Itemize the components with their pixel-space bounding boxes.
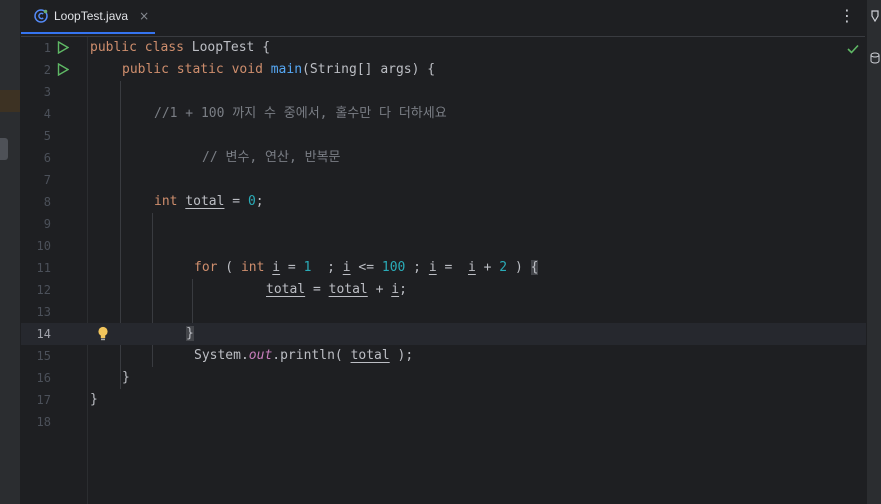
lightbulb-icon[interactable] <box>97 326 109 341</box>
line-number: 14 <box>36 327 51 341</box>
line-number: 17 <box>36 393 51 407</box>
editor-tab-bar: LoopTest.java × ⋮ <box>21 0 865 37</box>
code-text: } <box>90 392 98 407</box>
left-tool-strip <box>0 0 21 504</box>
line-number: 9 <box>43 217 51 231</box>
tool-window-marker[interactable] <box>0 90 20 112</box>
code-line-13[interactable]: 13 <box>21 301 866 323</box>
line-number: 8 <box>43 195 51 209</box>
code-line-10[interactable]: 10 <box>21 235 866 257</box>
line-number: 1 <box>43 41 51 55</box>
tab-looptest-java[interactable]: LoopTest.java × <box>21 0 155 34</box>
run-icon[interactable] <box>57 63 69 76</box>
database-icon[interactable] <box>870 52 880 64</box>
line-number: 3 <box>43 85 51 99</box>
code-editor[interactable]: 1 public class LoopTest { 2 public stati… <box>21 37 866 504</box>
code-line-7[interactable]: 7 <box>21 169 866 191</box>
more-options-icon[interactable]: ⋮ <box>839 6 855 25</box>
comment-text: // 변수, 연산, 반복문 <box>202 150 341 165</box>
line-number: 2 <box>43 63 51 77</box>
line-number: 11 <box>36 261 51 275</box>
line-number: 6 <box>43 151 51 165</box>
line-number: 12 <box>36 283 51 297</box>
code-text: public class LoopTest { <box>90 40 271 55</box>
run-icon[interactable] <box>57 41 69 54</box>
code-text: public static void main(String[] args) { <box>122 62 436 77</box>
line-number: 5 <box>43 129 51 143</box>
code-text: for ( int i = 1 ; i <= 100 ; i = i + 2 )… <box>194 260 539 275</box>
notifications-icon[interactable] <box>871 10 879 22</box>
line-number: 15 <box>36 349 51 363</box>
line-number: 16 <box>36 371 51 385</box>
code-text: } <box>122 370 130 385</box>
code-line-11[interactable]: 11 for ( int i = 1 ; i <= 100 ; i = i + … <box>21 257 866 279</box>
tool-window-handle[interactable] <box>0 138 8 160</box>
code-line-17[interactable]: 17 } <box>21 389 866 411</box>
java-class-icon <box>34 9 48 23</box>
code-line-5[interactable]: 5 <box>21 125 866 147</box>
no-problems-check-icon[interactable] <box>847 44 859 54</box>
close-icon[interactable]: × <box>139 9 149 23</box>
code-line-6[interactable]: 6 // 변수, 연산, 반복문 <box>21 147 866 169</box>
code-line-18[interactable]: 18 <box>21 411 866 433</box>
code-line-1[interactable]: 1 public class LoopTest { <box>21 37 866 59</box>
code-line-2[interactable]: 2 public static void main(String[] args)… <box>21 59 866 81</box>
line-number: 7 <box>43 173 51 187</box>
code-line-14-current[interactable]: 14 } <box>21 323 866 345</box>
code-text: } <box>186 326 194 341</box>
code-text: System.out.println( total ); <box>194 348 414 363</box>
line-number: 13 <box>36 305 51 319</box>
code-text: total = total + i; <box>266 282 407 297</box>
code-line-12[interactable]: 12 total = total + i; <box>21 279 866 301</box>
code-line-4[interactable]: 4 //1 + 100 까지 수 중에서, 홀수만 다 더하세요 <box>21 103 866 125</box>
line-number: 10 <box>36 239 51 253</box>
line-number: 4 <box>43 107 51 121</box>
line-number: 18 <box>36 415 51 429</box>
right-tool-strip <box>866 0 881 504</box>
code-line-8[interactable]: 8 int total = 0; <box>21 191 866 213</box>
comment-text: //1 + 100 까지 수 중에서, 홀수만 다 더하세요 <box>154 106 447 121</box>
code-line-9[interactable]: 9 <box>21 213 866 235</box>
code-text: int total = 0; <box>154 194 264 209</box>
code-line-16[interactable]: 16 } <box>21 367 866 389</box>
code-line-3[interactable]: 3 <box>21 81 866 103</box>
code-line-15[interactable]: 15 System.out.println( total ); <box>21 345 866 367</box>
tab-label: LoopTest.java <box>54 9 129 23</box>
